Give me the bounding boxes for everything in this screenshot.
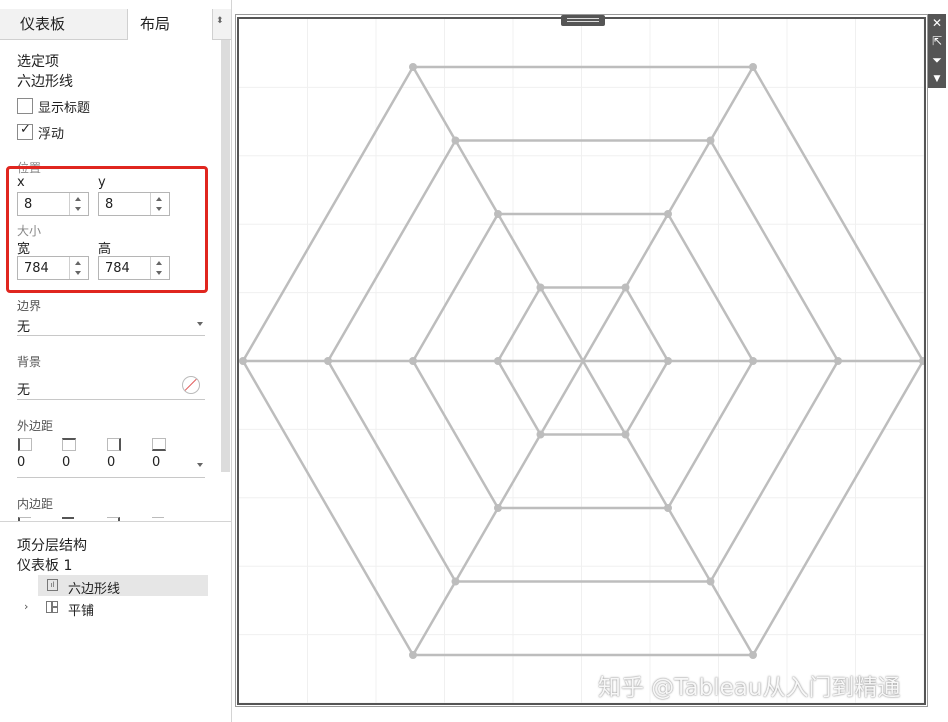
show-title-checkbox[interactable]	[17, 98, 33, 114]
floating-sheet-frame[interactable]	[237, 17, 926, 705]
selected-name: 六边形线	[17, 74, 73, 90]
floating-toolbar: ✕ ⇱ ⏷ ▼	[928, 14, 946, 88]
hexagon-chart	[239, 19, 924, 703]
border-underline	[17, 335, 205, 336]
watermark: 知乎 @Tableau从入门到精通	[598, 675, 901, 701]
border-heading: 边界	[17, 299, 42, 313]
padding-left-icon	[18, 438, 32, 451]
tab-scroll-icon[interactable]: ⬍	[216, 16, 224, 26]
background-heading: 背景	[17, 355, 42, 369]
floating-checkbox[interactable]: ✓	[17, 122, 33, 140]
show-title-label: 显示标题	[38, 101, 91, 116]
floating-label: 浮动	[38, 127, 65, 142]
background-underline	[17, 399, 205, 400]
outer-padding-left[interactable]: 0	[17, 455, 25, 470]
hierarchy-dashboard[interactable]: 仪表板 1	[17, 555, 72, 575]
outer-padding-underline	[17, 477, 205, 478]
panel-scrollbar[interactable]	[221, 40, 230, 472]
section-divider	[0, 521, 231, 522]
hierarchy-item-hexagon[interactable]: 六边形线	[68, 578, 120, 597]
drag-handle[interactable]	[561, 15, 605, 26]
outer-padding-top[interactable]: 0	[62, 455, 70, 470]
hierarchy-item-tiled[interactable]: 平铺	[68, 600, 94, 619]
inner-padding-heading: 内边距	[17, 497, 54, 511]
check-icon: ✓	[20, 122, 31, 137]
padding-right-icon	[107, 438, 121, 451]
highlight-box	[6, 166, 208, 293]
tab-dashboard[interactable]: 仪表板	[20, 10, 65, 38]
close-icon[interactable]: ✕	[928, 14, 946, 32]
chevron-right-icon[interactable]: ›	[24, 600, 28, 613]
outer-padding-heading: 外边距	[17, 419, 54, 433]
no-color-icon[interactable]	[182, 376, 200, 394]
selected-heading: 选定项	[17, 54, 59, 70]
padding-dropdown-icon[interactable]	[197, 463, 203, 467]
filter-icon[interactable]: ⏷	[928, 51, 946, 69]
layout-panel: 仪表板 布局 ⬍ 选定项 六边形线 显示标题 ✓ 浮动 位置 x y 8 8 大…	[0, 0, 232, 722]
tiled-icon-part	[52, 607, 58, 613]
border-value[interactable]: 无	[17, 316, 30, 335]
padding-top-icon	[62, 438, 76, 451]
background-value[interactable]: 无	[17, 379, 30, 398]
sheet-icon: ıl	[47, 579, 58, 591]
open-external-icon[interactable]: ⇱	[928, 32, 946, 50]
border-dropdown-icon[interactable]	[197, 322, 203, 326]
outer-padding-bottom[interactable]: 0	[152, 455, 160, 470]
menu-arrow-icon[interactable]: ▼	[928, 70, 946, 88]
hierarchy-item-selected[interactable]	[38, 575, 208, 596]
tab-layout[interactable]: 布局	[140, 10, 170, 38]
hierarchy-heading: 项分层结构	[17, 538, 87, 554]
padding-bottom-icon	[152, 438, 166, 451]
outer-padding-right[interactable]: 0	[107, 455, 115, 470]
